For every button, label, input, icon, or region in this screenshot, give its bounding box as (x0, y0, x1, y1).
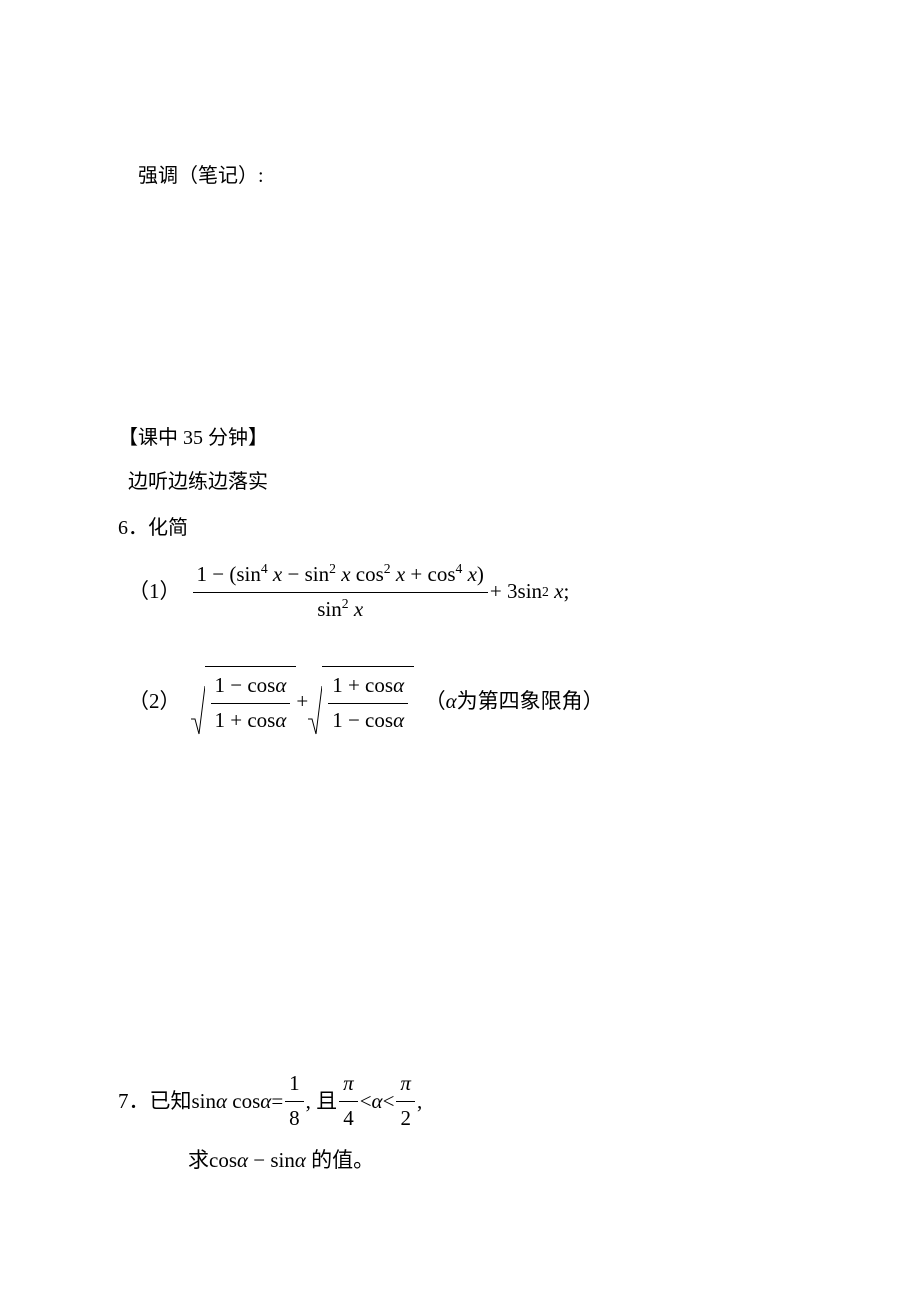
question-6-header: 6．化简 (118, 512, 820, 544)
q6-p1-label: （1） (128, 575, 181, 609)
q6-number: 6． (118, 517, 148, 539)
sqrt-2: 1 + cosα 1 − cosα (308, 666, 414, 737)
section-header: 【课中 35 分钟】 (118, 422, 820, 454)
q6-part1-formula: （1） 1 − (sin4 x − sin2 x cos2 x + cos4 x… (128, 558, 820, 626)
q7-line2: 求cosα − sinα 的值。 (188, 1144, 820, 1178)
q6-p2-label: （2） (128, 685, 181, 719)
notes-label: 强调（笔记）: (138, 160, 820, 192)
q6-title: 化简 (148, 517, 188, 539)
radical-icon (308, 666, 322, 737)
q6-part2-formula: （2） 1 − cosα 1 + cosα + 1 + cosα 1 − cos… (128, 666, 820, 737)
question-7: 7． 已知 sinα cosα = 1 8 , 且 π 4 < α < π 2 … (118, 1067, 820, 1177)
radical-icon (191, 666, 205, 737)
q6-p1-fraction: 1 − (sin4 x − sin2 x cos2 x + cos4 x) si… (193, 558, 488, 626)
sqrt-1: 1 − cosα 1 + cosα (191, 666, 297, 737)
q7-line1: 7． 已知 sinα cosα = 1 8 , 且 π 4 < α < π 2 … (118, 1067, 820, 1135)
section-subtitle: 边听边练边落实 (128, 466, 820, 498)
